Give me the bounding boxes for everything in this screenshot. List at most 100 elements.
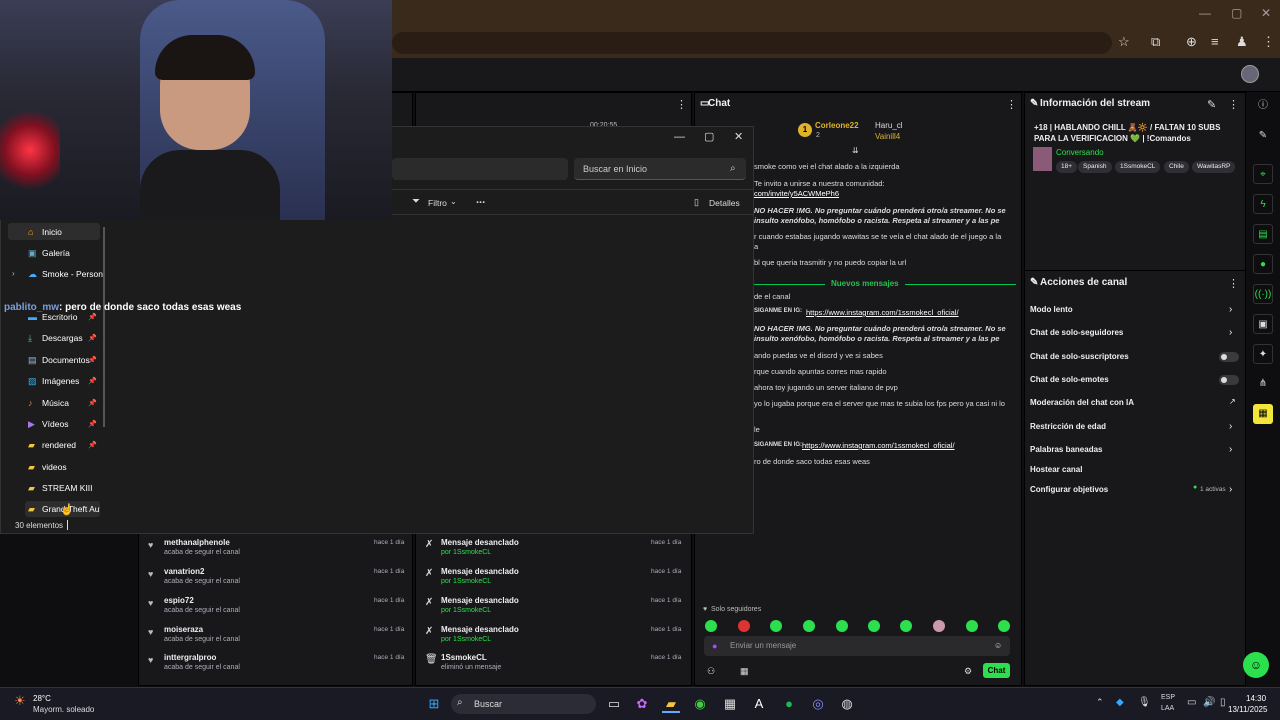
top-chatter-3[interactable]: Vainill4 [875, 132, 900, 141]
nav-item-videos[interactable]: Vídeos [42, 419, 68, 429]
address-field[interactable] [392, 158, 568, 180]
feed-item-name[interactable]: methanalphenole [164, 538, 230, 547]
battery-icon[interactable]: ▯ [1220, 697, 1226, 708]
chevron-right-icon[interactable]: › [1229, 327, 1232, 338]
weather-icon[interactable]: ☀ [14, 693, 26, 709]
tag[interactable]: Spanish [1078, 161, 1112, 173]
action-age-restriction[interactable]: Restricción de edad [1030, 422, 1106, 431]
tag[interactable]: Chile [1164, 161, 1189, 173]
task-view-icon[interactable]: ▭ [605, 695, 623, 713]
emote-icon[interactable] [868, 620, 880, 632]
emote-icon[interactable] [803, 620, 815, 632]
feed-item-sub[interactable]: por 1SsmokeCL [441, 636, 491, 643]
profile-icon[interactable]: ♟ [1236, 34, 1248, 50]
emote-icon[interactable] [933, 620, 945, 632]
close-icon[interactable]: ✕ [734, 130, 743, 143]
nav-item-musica[interactable]: Música [42, 398, 69, 408]
edit-icon[interactable]: ✎ [1207, 98, 1216, 111]
filter-button[interactable]: Filtro [428, 198, 447, 208]
avatar[interactable] [1241, 65, 1259, 83]
details-button[interactable]: Detalles [709, 198, 740, 208]
app-a-icon[interactable]: A [750, 695, 768, 713]
feed-item-sub[interactable]: por 1SsmokeCL [441, 607, 491, 614]
clock-time[interactable]: 14:30 [1246, 694, 1266, 703]
action-banned-words[interactable]: Palabras baneadas [1030, 445, 1102, 454]
tag[interactable]: WawitasRP [1192, 161, 1236, 173]
document-icon[interactable]: ▤ [1253, 224, 1273, 244]
nav-item-escritorio[interactable]: Escritorio [42, 312, 77, 322]
points-icon[interactable]: ⚇ [707, 666, 715, 677]
lang-layout[interactable]: LAA [1161, 705, 1174, 712]
feed-item-name[interactable]: moiseraza [164, 625, 203, 634]
chat-link[interactable]: https://www.instagram.com/1ssmokecl_ofic… [806, 308, 959, 317]
chevron-right-icon[interactable]: › [1229, 304, 1232, 315]
actions-menu-icon[interactable]: ⋮ [1228, 277, 1239, 290]
feed-item-name[interactable]: inttergralproo [164, 653, 216, 662]
chevron-right-icon[interactable]: › [1229, 484, 1232, 495]
nav-item-rendered[interactable]: rendered [42, 440, 76, 450]
nav-item-documentos[interactable]: Documentos [42, 355, 90, 365]
subscribers-only-toggle[interactable] [1219, 352, 1239, 362]
top-chatter-1[interactable]: Corleone22 [815, 121, 859, 130]
windows-start-icon[interactable]: ⊞ [425, 695, 443, 713]
feed-item-name[interactable]: vanatrion2 [164, 567, 204, 576]
app-tray-icon[interactable]: ◆ [1116, 697, 1124, 708]
copilot-icon[interactable]: ✿ [633, 695, 651, 713]
emote-icon[interactable] [998, 620, 1010, 632]
minimize-icon[interactable]: — [1199, 6, 1211, 20]
discord-icon[interactable]: ◎ [809, 695, 827, 713]
share-icon[interactable]: ⋔ [1253, 374, 1273, 394]
category-label[interactable]: Conversando [1056, 148, 1104, 157]
emote-icon[interactable] [836, 620, 848, 632]
menu-icon[interactable]: ⋮ [1262, 34, 1275, 50]
playlist-icon[interactable]: ≡ [1211, 34, 1219, 49]
action-goals[interactable]: Configurar objetivos [1030, 485, 1108, 494]
gift-icon[interactable]: ▦ [740, 666, 749, 677]
extensions-icon[interactable]: ⧉ [1151, 34, 1160, 50]
chat-send-button[interactable]: Chat [983, 663, 1010, 678]
maximize-icon[interactable]: ▢ [1231, 6, 1242, 20]
broadcast-icon[interactable]: ((·)) [1253, 284, 1273, 304]
action-ai-moderation[interactable]: Moderación del chat con IA [1030, 398, 1134, 407]
nav-item-imagenes[interactable]: Imágenes [42, 376, 79, 386]
nav-item-inicio[interactable]: Inicio [42, 227, 62, 237]
feed-item-name[interactable]: espio72 [164, 596, 194, 605]
settings-icon[interactable]: ⚙ [964, 666, 972, 677]
maximize-icon[interactable]: ▢ [704, 130, 714, 143]
info-icon[interactable]: ⓘ [1253, 96, 1273, 116]
external-link-icon[interactable]: ↗ [1229, 397, 1236, 406]
download-icon[interactable]: ⊕ [1186, 34, 1197, 50]
nav-item-descargas[interactable]: Descargas [42, 333, 83, 343]
minimize-icon[interactable]: — [674, 131, 685, 143]
tag[interactable]: 18+ [1056, 161, 1078, 173]
top-chatter-2[interactable]: Haru_cl [875, 121, 903, 130]
chevron-right-icon[interactable]: › [1229, 421, 1232, 432]
mic-icon[interactable]: 🎙 [1138, 697, 1151, 708]
help-button[interactable]: ☺ [1243, 652, 1269, 678]
clock-date[interactable]: 13/11/2025 [1228, 705, 1267, 714]
lang-code[interactable]: ESP [1161, 694, 1175, 701]
stream-icon[interactable]: ⌖ [1253, 164, 1273, 184]
volume-icon[interactable]: 🔊 [1203, 697, 1215, 708]
feed-item-sub[interactable]: por 1SsmokeCL [441, 578, 491, 585]
nav-item-stream[interactable]: STREAM KIII [42, 483, 93, 493]
feed-item-name[interactable]: 1SsmokeCL [441, 653, 487, 662]
expand-icon[interactable]: ⇊ [852, 146, 859, 155]
emote-icon[interactable] [738, 620, 750, 632]
emoji-icon[interactable]: ☺ [994, 641, 1002, 650]
address-bar[interactable] [392, 32, 1112, 54]
scrollbar[interactable] [103, 227, 105, 427]
action-slow-mode[interactable]: Modo lento [1030, 305, 1073, 314]
chevron-up-icon[interactable]: ⌃ [1096, 697, 1104, 708]
network-icon[interactable]: ▭ [1187, 697, 1196, 708]
emote-icon[interactable] [705, 620, 717, 632]
nav-item-videos-folder[interactable]: videos [42, 462, 67, 472]
chat-bubble-icon[interactable]: ● [1253, 254, 1273, 274]
info-menu-icon[interactable]: ⋮ [1228, 98, 1239, 111]
chrome-icon[interactable]: ◉ [691, 695, 709, 713]
emote-icon[interactable] [770, 620, 782, 632]
panel-menu-icon[interactable]: ⋮ [676, 98, 687, 111]
emote-icon[interactable] [966, 620, 978, 632]
action-followers-only[interactable]: Chat de solo-seguidores [1030, 328, 1123, 337]
spotify-icon[interactable]: ● [780, 695, 798, 713]
